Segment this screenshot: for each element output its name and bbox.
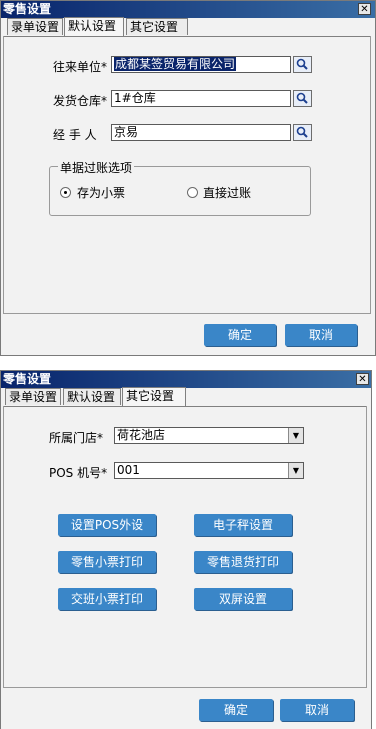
store-label: 所属门店* [49,431,104,445]
pos-peripherals-button[interactable]: 设置POS外设 [58,514,156,536]
close-icon[interactable]: ✕ [356,373,369,385]
posting-options-group: 单据过账选项 存为小票 直接过账 [49,159,311,216]
pos-number-select[interactable]: 001 ▼ [114,462,304,479]
return-print-button[interactable]: 零售退货打印 [194,551,292,573]
close-icon[interactable]: ✕ [358,3,371,15]
store-select[interactable]: 荷花池店 ▼ [114,427,304,444]
pos-label: POS 机号* [49,466,108,480]
radio-save-receipt[interactable] [60,187,71,198]
chevron-down-icon[interactable]: ▼ [288,463,303,478]
chevron-down-icon[interactable]: ▼ [288,428,303,443]
tab-panel [3,406,367,688]
radio-save-receipt-label: 存为小票 [77,186,126,200]
search-icon[interactable] [293,90,312,107]
tab-default-settings[interactable]: 默认设置 [64,17,124,36]
warehouse-field[interactable]: 1#仓库 [111,90,291,107]
dual-screen-settings-button[interactable]: 双屏设置 [194,588,292,610]
cancel-button[interactable]: 取消 [280,699,354,721]
ok-button[interactable]: 确定 [204,324,276,346]
radio-post-directly[interactable] [187,187,198,198]
warehouse-label: 发货仓库* [53,94,108,108]
search-icon[interactable] [293,56,312,73]
window-title: 零售设置 [3,372,52,386]
ok-button[interactable]: 确定 [199,699,273,721]
retail-settings-dialog-default: 零售设置 ✕ 录单设置 默认设置 其它设置 往来单位* 成都某签贸易有限公司 发… [0,0,376,356]
receipt-print-button[interactable]: 零售小票打印 [58,551,156,573]
scale-settings-button[interactable]: 电子秤设置 [194,514,292,536]
radio-post-directly-label: 直接过账 [203,186,252,200]
handler-label: 经 手 人 [53,128,97,142]
shift-receipt-print-button[interactable]: 交班小票打印 [58,588,156,610]
tab-entry-settings[interactable]: 录单设置 [5,388,61,405]
window-titlebar: 零售设置 ✕ [1,1,375,18]
window-title: 零售设置 [3,2,52,16]
tab-entry-settings[interactable]: 录单设置 [7,18,63,35]
group-title: 单据过账选项 [58,159,135,176]
handler-field[interactable]: 京易 [111,124,291,141]
window-titlebar: 零售设置 ✕ [1,371,371,388]
tab-other-settings[interactable]: 其它设置 [126,18,188,35]
search-icon[interactable] [293,124,312,141]
partner-field[interactable]: 成都某签贸易有限公司 [111,56,291,73]
partner-label: 往来单位* [53,60,108,74]
tab-other-settings[interactable]: 其它设置 [122,387,186,406]
cancel-button[interactable]: 取消 [285,324,357,346]
retail-settings-dialog-other: 零售设置 ✕ 录单设置 默认设置 其它设置 所属门店* 荷花池店 ▼ POS 机… [0,370,372,729]
tab-default-settings[interactable]: 默认设置 [63,388,121,405]
